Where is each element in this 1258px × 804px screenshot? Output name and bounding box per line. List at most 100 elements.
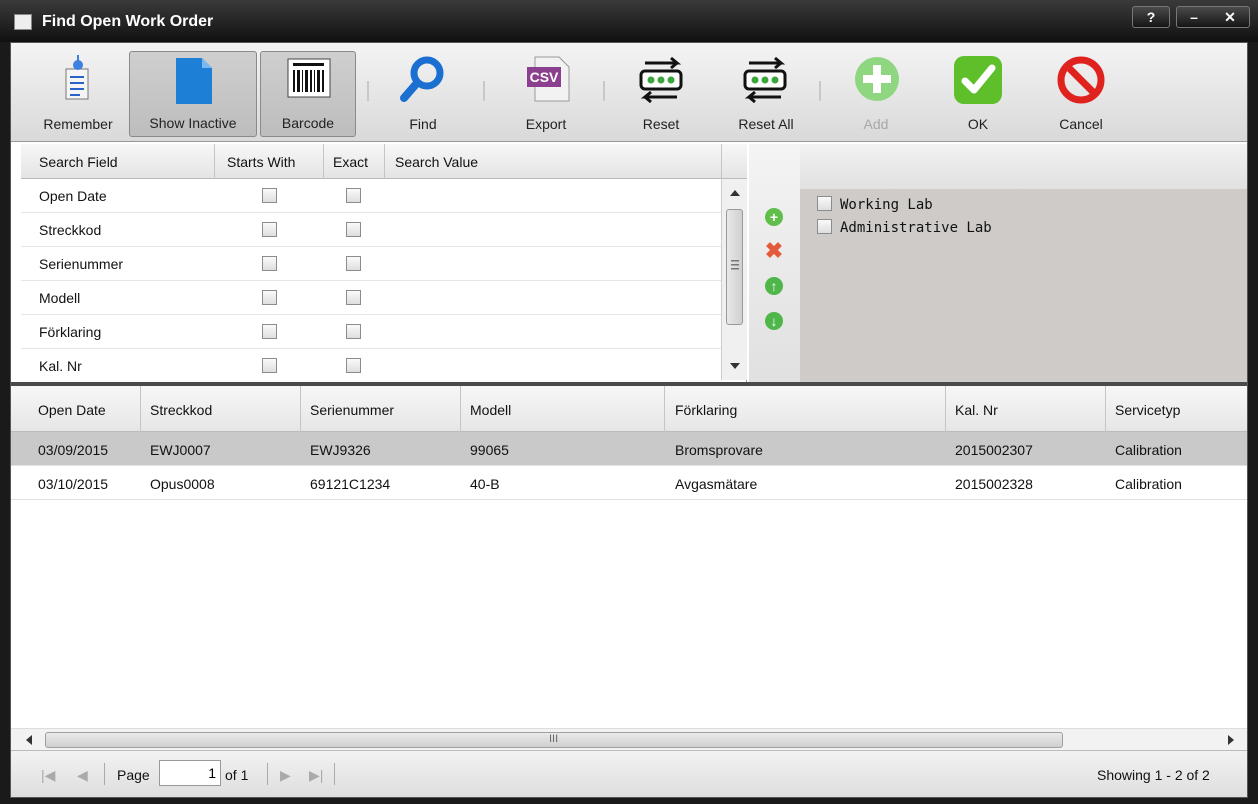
cell-kal-nr: 2015002307 [955, 442, 1033, 458]
next-page-icon[interactable]: ▶ [280, 767, 291, 784]
notepad-pin-icon [65, 55, 89, 100]
column-kal-nr[interactable]: Kal. Nr [955, 402, 998, 418]
remove-lab-icon[interactable]: ✖ [765, 238, 783, 263]
header-starts-with: Starts With [227, 154, 296, 170]
search-row: Streckkod [21, 213, 721, 247]
scroll-thumb[interactable] [726, 209, 743, 325]
show-inactive-button[interactable]: Show Inactive [129, 51, 257, 137]
csv-icon-text: CSV [530, 69, 559, 85]
cancel-button[interactable]: Cancel [1041, 51, 1121, 137]
starts-with-checkbox[interactable] [262, 358, 277, 373]
showing-status: Showing 1 - 2 of 2 [1097, 767, 1210, 783]
lab-checkbox[interactable] [817, 196, 832, 211]
minimize-button[interactable]: – [1190, 9, 1198, 25]
table-row[interactable]: 03/09/2015 EWJ0007 EWJ9326 99065 Bromspr… [11, 432, 1247, 466]
lab-checkbox[interactable] [817, 219, 832, 234]
ok-button[interactable]: OK [943, 51, 1013, 137]
scroll-right-icon[interactable] [1227, 735, 1235, 745]
cell-modell: 99065 [470, 442, 509, 458]
add-lab-icon[interactable]: + [765, 208, 783, 226]
search-field-name: Modell [39, 290, 81, 306]
lab-item-administrative-lab[interactable]: Administrative Lab [817, 219, 992, 236]
previous-page-icon[interactable]: ◀ [77, 767, 88, 784]
exact-checkbox[interactable] [346, 290, 361, 305]
cell-streckkod: Opus0008 [150, 476, 215, 492]
close-button[interactable]: ✕ [1224, 9, 1236, 26]
ok-label: OK [967, 116, 989, 132]
exact-checkbox[interactable] [346, 188, 361, 203]
window-controls: – ✕ [1176, 6, 1250, 28]
search-row: Open Date [21, 179, 721, 213]
move-down-icon[interactable]: ↓ [765, 312, 783, 330]
starts-with-checkbox[interactable] [262, 188, 277, 203]
search-field-name: Förklaring [39, 324, 102, 340]
window-icon [14, 14, 32, 30]
column-open-date[interactable]: Open Date [38, 402, 106, 418]
scroll-left-icon[interactable] [25, 735, 33, 745]
lab-label: Working Lab [840, 197, 933, 213]
table-row[interactable]: 03/10/2015 Opus0008 69121C1234 40-B Avga… [11, 466, 1247, 500]
search-grid-vertical-scrollbar[interactable] [721, 179, 747, 380]
scroll-up-icon[interactable] [730, 189, 740, 197]
search-field-name: Serienummer [39, 256, 124, 272]
reset-all-button[interactable]: Reset All [721, 51, 811, 137]
find-button[interactable]: Find [383, 51, 463, 137]
exact-checkbox[interactable] [346, 358, 361, 373]
toolbar-separator [819, 81, 821, 101]
export-button[interactable]: CSV Export [501, 51, 591, 137]
export-label: Export [525, 116, 567, 132]
header-search-value: Search Value [395, 154, 479, 170]
find-open-work-order-window: Find Open Work Order ? – ✕ Remember Show… [0, 0, 1258, 804]
column-serienummer[interactable]: Serienummer [310, 402, 394, 418]
find-label: Find [409, 116, 437, 132]
page-number-input[interactable] [159, 760, 221, 786]
search-grid-header: Search Field Starts With Exact Search Va… [21, 144, 747, 179]
remember-label: Remember [43, 116, 113, 132]
add-label: Add [863, 116, 889, 132]
lab-label: Administrative Lab [840, 220, 992, 236]
results-horizontal-scrollbar[interactable]: III [11, 728, 1247, 750]
lab-filter-pane: Working Lab Administrative Lab [800, 144, 1247, 384]
toolbar-separator [483, 81, 485, 101]
exact-checkbox[interactable] [346, 256, 361, 271]
add-button[interactable]: Add [841, 51, 911, 137]
magnifier-icon [400, 56, 444, 102]
plus-icon [855, 57, 899, 101]
horizontal-scroll-thumb[interactable]: III [45, 732, 1063, 748]
cell-servicetyp: Calibration [1115, 476, 1182, 492]
cell-forklaring: Bromsprovare [675, 442, 763, 458]
window-title: Find Open Work Order [42, 13, 214, 30]
lab-action-buttons: + ✖ ↑ ↓ [749, 144, 800, 384]
move-up-icon[interactable]: ↑ [765, 277, 783, 295]
csv-file-icon: CSV [527, 56, 570, 102]
column-forklaring[interactable]: Förklaring [675, 402, 737, 418]
remember-button[interactable]: Remember [33, 51, 123, 137]
column-streckkod[interactable]: Streckkod [150, 402, 212, 418]
scroll-down-icon[interactable] [730, 362, 740, 370]
toolbar-separator [603, 81, 605, 101]
cell-kal-nr: 2015002328 [955, 476, 1033, 492]
search-row: Kal. Nr [21, 349, 721, 382]
exact-checkbox[interactable] [346, 222, 361, 237]
first-page-icon[interactable]: |◀ [41, 767, 55, 784]
reset-all-label: Reset All [738, 116, 794, 132]
starts-with-checkbox[interactable] [262, 290, 277, 305]
starts-with-checkbox[interactable] [262, 324, 277, 339]
starts-with-checkbox[interactable] [262, 222, 277, 237]
reset-button[interactable]: Reset [621, 51, 701, 137]
show-inactive-label: Show Inactive [149, 115, 237, 131]
cell-forklaring: Avgasmätare [675, 476, 758, 492]
cancel-label: Cancel [1059, 116, 1103, 132]
starts-with-checkbox[interactable] [262, 256, 277, 271]
lab-pane-header [800, 144, 1247, 189]
help-button[interactable]: ? [1132, 6, 1170, 28]
lab-item-working-lab[interactable]: Working Lab [817, 196, 933, 213]
reset-all-arrows-icon [743, 56, 787, 103]
column-modell[interactable]: Modell [470, 402, 511, 418]
last-page-icon[interactable]: ▶| [309, 767, 323, 784]
barcode-button[interactable]: Barcode [260, 51, 356, 137]
barcode-label: Barcode [281, 115, 335, 131]
exact-checkbox[interactable] [346, 324, 361, 339]
cell-modell: 40-B [470, 476, 500, 492]
column-servicetyp[interactable]: Servicetyp [1115, 402, 1180, 418]
